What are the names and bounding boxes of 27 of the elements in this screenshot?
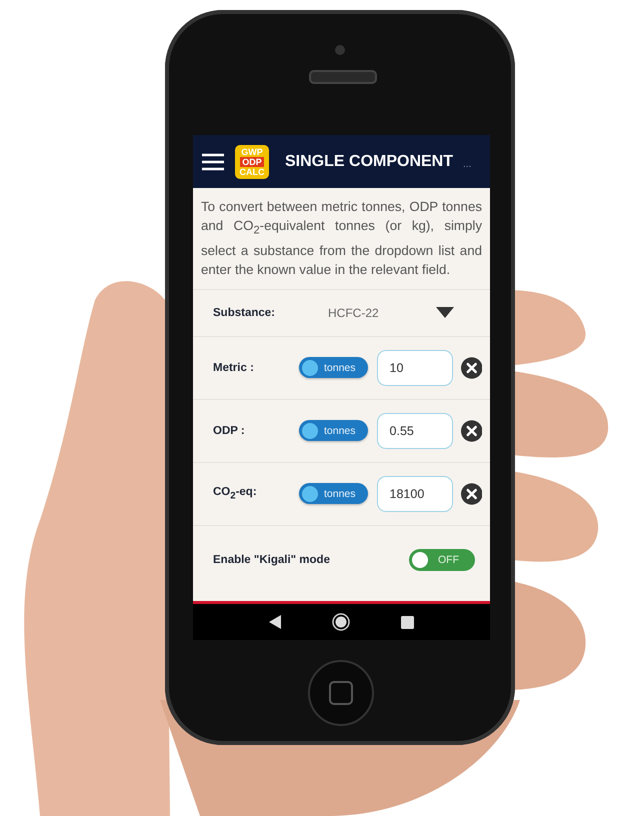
intro-paragraph: To convert between metric tonnes, ODP tonnes and CO$_{2}$-equivalent tonnes (or kg), simply select a substance from the dropdown list and enter the known value in the relevant field.: [193, 188, 490, 290]
menu-icon[interactable]: [201, 152, 225, 170]
dropdown-caret-icon[interactable]: [436, 307, 454, 318]
clear-icon[interactable]: [460, 356, 482, 379]
field-label: ODP :: [213, 424, 246, 437]
value-input[interactable]: 0.55: [376, 412, 453, 449]
home-icon[interactable]: [332, 613, 350, 631]
substance-value[interactable]: HCFC-22: [328, 306, 436, 320]
kigali-label: Enable "Kigali" mode: [213, 554, 331, 566]
field-label: CO$_{2}$-eq:: [213, 486, 258, 502]
speaker-grille: [309, 70, 377, 84]
substance-label: Substance:: [213, 306, 276, 319]
back-icon[interactable]: [268, 615, 281, 629]
overflow-dots[interactable]: ...: [463, 159, 472, 170]
value-input[interactable]: 10: [376, 350, 453, 386]
clear-icon[interactable]: [460, 482, 482, 505]
clear-icon[interactable]: [460, 420, 482, 442]
screen-title: SINGLE COMPONENT: [285, 152, 454, 170]
field-label: Metric :: [213, 362, 255, 374]
unit-toggle[interactable]: tonnes: [299, 357, 368, 378]
unit-toggle[interactable]: tonnes: [299, 483, 368, 504]
app-logo: GWP ODP CALC: [235, 144, 269, 178]
unit-toggle[interactable]: tonnes: [299, 420, 368, 442]
recents-icon[interactable]: [401, 616, 414, 628]
value-input[interactable]: 18100: [376, 476, 453, 512]
kigali-switch[interactable]: OFF: [409, 548, 475, 571]
camera-icon: [335, 45, 345, 55]
